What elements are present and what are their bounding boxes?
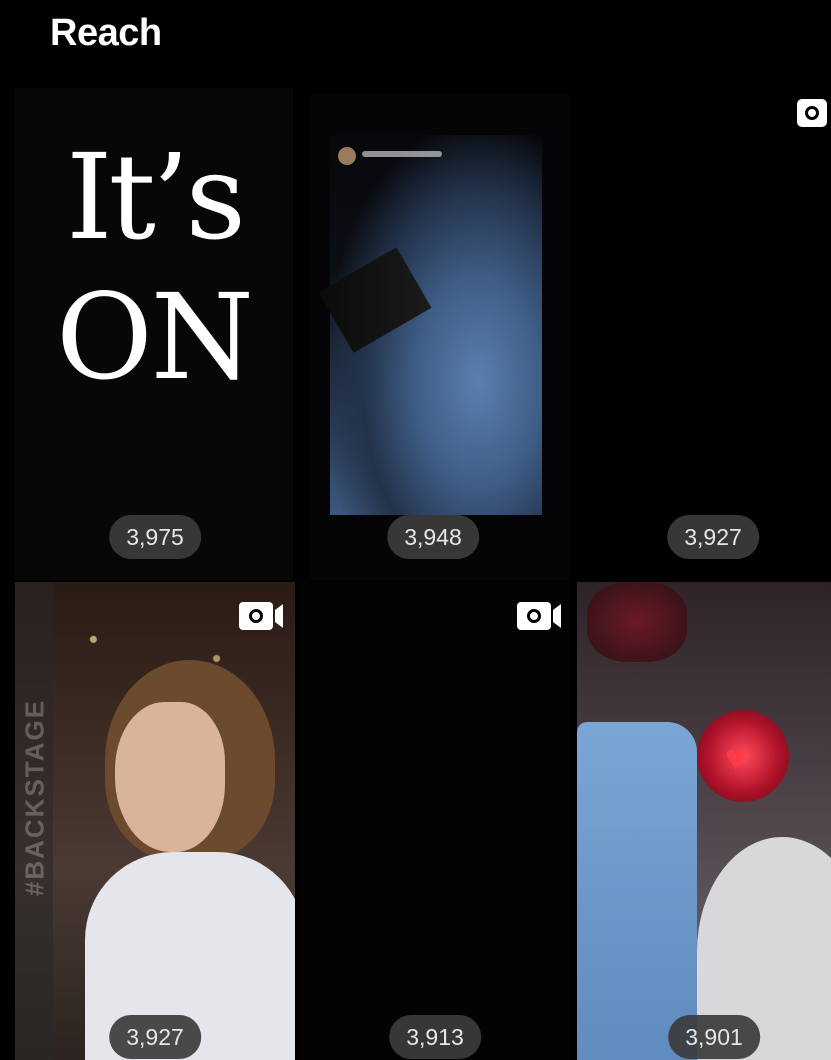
reach-count-badge: 3,901 [668, 1015, 760, 1059]
tile-overlay-text-line-2: ON [56, 268, 254, 406]
reach-tile-4[interactable]: #BACKSTAGE [15, 582, 295, 1060]
reach-tile-1[interactable]: It’s ON [15, 88, 293, 580]
red-object [587, 582, 687, 662]
reach-count-badge: 3,913 [389, 1015, 481, 1059]
reach-count-badge: 3,927 [109, 1015, 201, 1059]
video-icon [517, 602, 561, 630]
reach-count-badge: 3,927 [667, 515, 759, 559]
person-face [115, 702, 225, 852]
reach-tile-2[interactable] [310, 95, 570, 580]
story-image-detail [318, 247, 432, 353]
blue-sleeve [577, 722, 697, 1060]
username-placeholder [362, 151, 442, 157]
avatar [338, 147, 356, 165]
reach-tile-3[interactable] [580, 95, 831, 580]
reach-tile-6[interactable]: ♥ [577, 582, 831, 1060]
story-thumbnail [318, 135, 542, 515]
tile-overlay-text-line-1: It’s [65, 128, 246, 266]
heart-icon: ♥ [725, 737, 747, 778]
side-banner-text: #BACKSTAGE [19, 698, 50, 897]
reach-tile-5[interactable] [300, 582, 570, 1060]
page-title: Reach [50, 12, 162, 54]
photo-icon [797, 99, 827, 127]
reach-count-badge: 3,975 [109, 515, 201, 559]
video-icon [239, 602, 283, 630]
reach-count-badge: 3,948 [387, 515, 479, 559]
